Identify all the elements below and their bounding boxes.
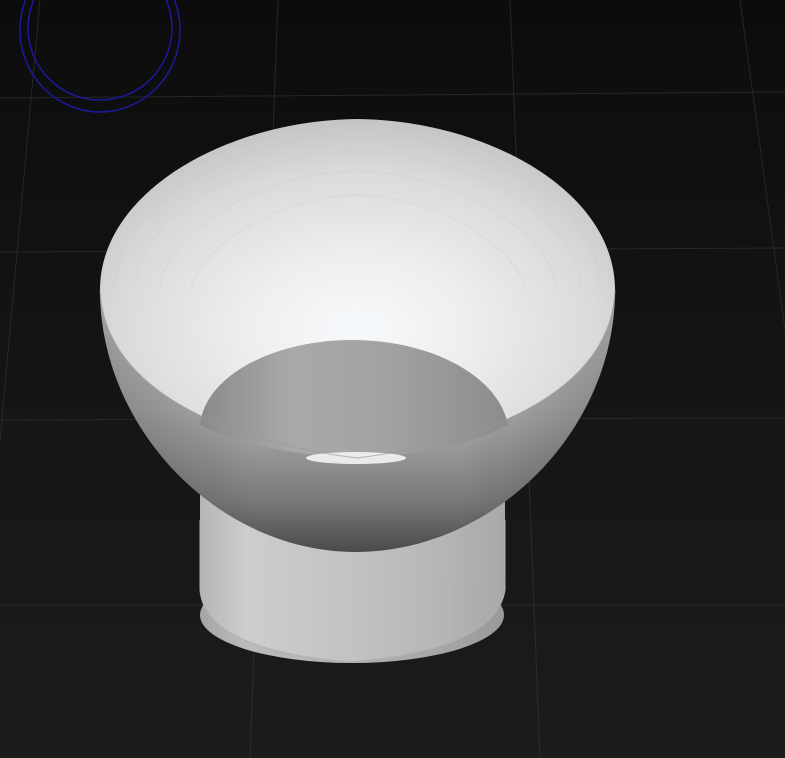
- 3d-viewport[interactable]: [0, 0, 785, 758]
- scene-canvas[interactable]: [0, 0, 785, 758]
- orbit-gizmo-icon[interactable]: [19, 0, 181, 113]
